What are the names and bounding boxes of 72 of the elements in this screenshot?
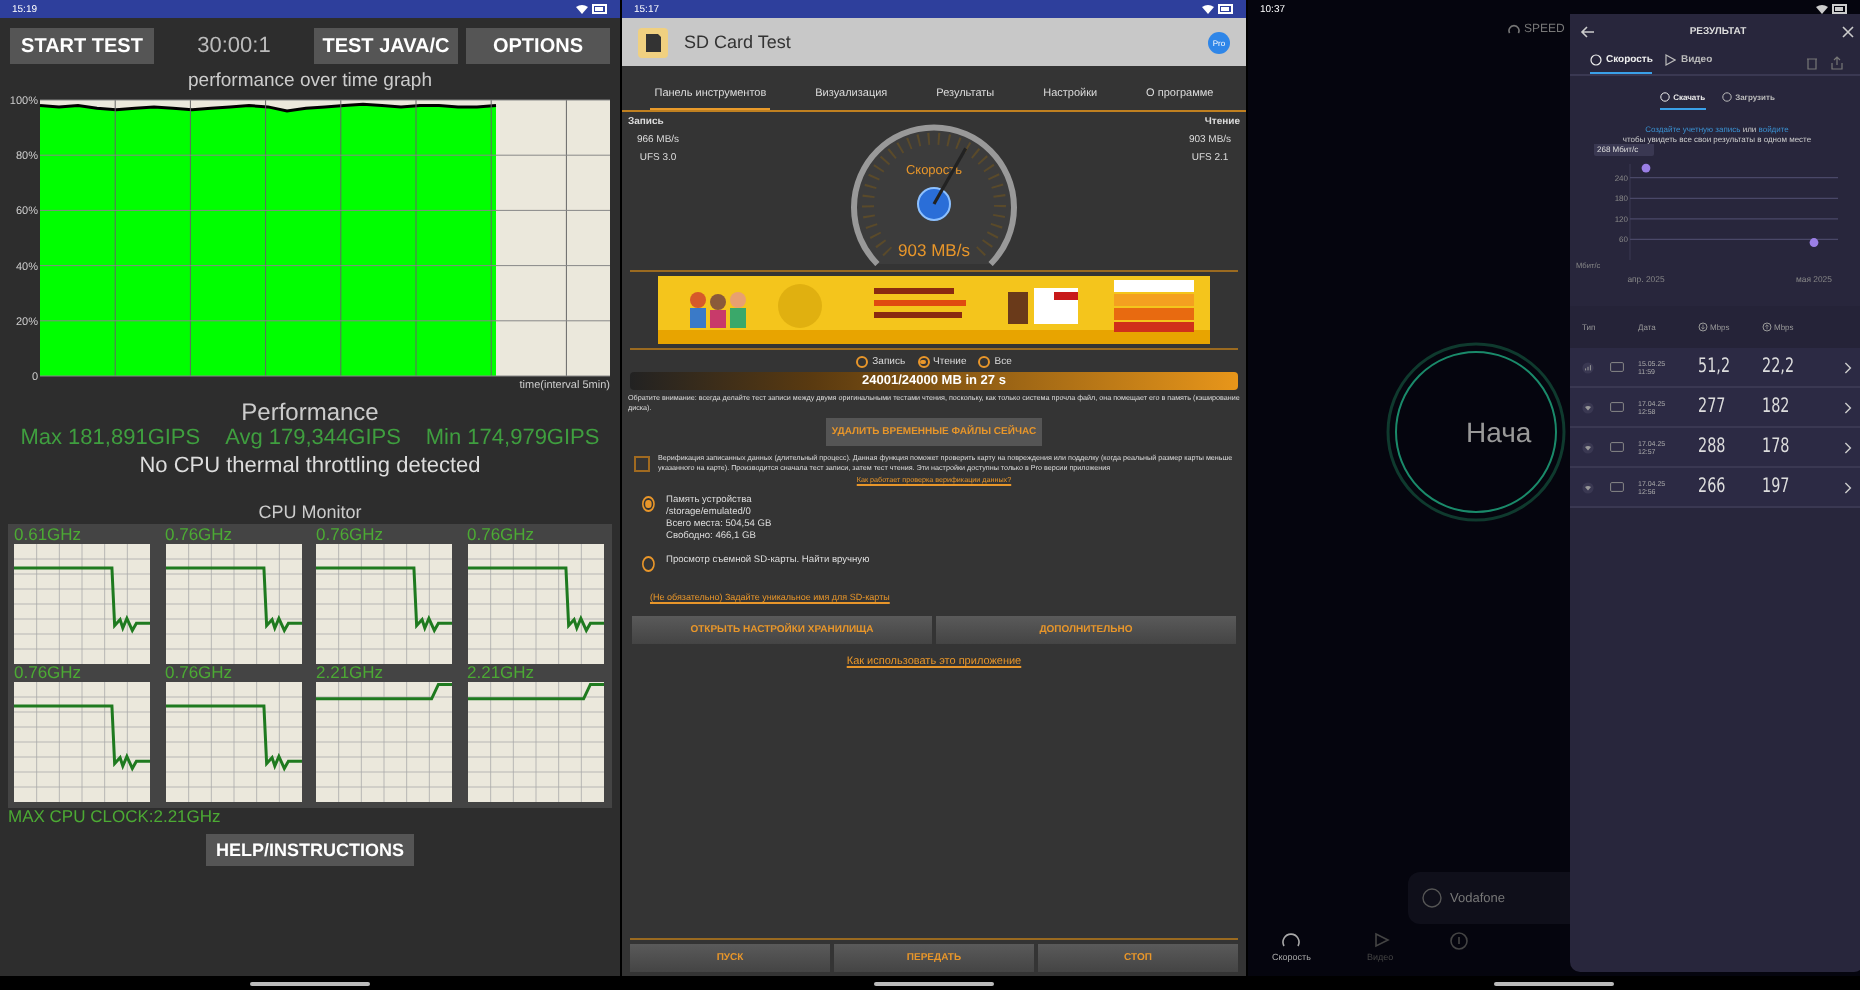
wifi-icon <box>1816 4 1828 14</box>
device-icon <box>1610 362 1624 372</box>
core-clock: 0.76GHz <box>467 526 535 544</box>
chevron-icon <box>1844 481 1852 493</box>
wifi-icon <box>1582 481 1594 493</box>
home-indicator[interactable] <box>250 981 370 985</box>
device-icon <box>1610 482 1624 492</box>
core-clock: 2.21GHz <box>467 664 535 682</box>
verify-checkbox[interactable] <box>634 455 650 471</box>
battery-icon <box>592 4 608 14</box>
performance-stat: Max 181,891GIPS <box>20 426 201 450</box>
home-indicator[interactable] <box>1494 981 1614 985</box>
core-clock: 2.21GHz <box>316 664 384 682</box>
performance-stat: Avg 179,344GIPS <box>225 426 401 450</box>
core-clock: 0.76GHz <box>165 526 233 544</box>
clock-graph <box>316 682 452 802</box>
play-icon <box>1371 932 1390 948</box>
clock-graph <box>14 682 150 802</box>
download-speed: 277 <box>1698 396 1728 418</box>
cellular-icon <box>1582 361 1594 373</box>
gauge-reading: 903 MB/s <box>898 240 970 260</box>
performance-heading: Performance <box>239 398 381 426</box>
wifi-icon <box>1582 441 1594 453</box>
timer: 30:00:1 <box>195 34 273 58</box>
upload-speed: 182 <box>1762 396 1792 418</box>
download-speed: 288 <box>1698 436 1728 458</box>
clock-graph <box>165 544 301 664</box>
home-indicator[interactable] <box>874 981 994 985</box>
help-button[interactable]: HELP/INSTRUCTIONS <box>205 834 414 866</box>
performance-stat: Min 174,979GIPS <box>425 426 600 450</box>
device-icon <box>1610 402 1624 412</box>
chart-title: performance over time graph <box>186 70 434 92</box>
app-title: SD Card Test <box>684 32 793 52</box>
toolbar-button[interactable]: START TEST <box>10 28 154 64</box>
play-icon <box>1664 54 1677 66</box>
clock-graph <box>316 544 452 664</box>
throttling-message: No CPU thermal throttling detected <box>137 454 483 478</box>
wifi-icon <box>1582 401 1594 413</box>
core-clock: 0.76GHz <box>14 664 82 682</box>
wifi-icon <box>1202 4 1214 14</box>
data-point[interactable] <box>1809 238 1819 247</box>
start-text[interactable]: Нача <box>1466 416 1532 448</box>
back-icon[interactable] <box>1580 26 1594 38</box>
data-point[interactable] <box>1641 163 1651 173</box>
start-ring[interactable] <box>1384 340 1570 524</box>
max-cpu-clock: MAX CPU CLOCK:2.21GHz <box>8 806 221 826</box>
core-clock: 0.76GHz <box>316 526 384 544</box>
device-icon <box>1610 442 1624 452</box>
trash-icon[interactable] <box>1806 55 1818 69</box>
core-clock: 0.61GHz <box>14 526 82 544</box>
chevron-icon <box>1844 401 1852 413</box>
battery-icon <box>1218 4 1234 14</box>
chevron-icon <box>1844 441 1852 453</box>
clock-graph <box>467 682 603 802</box>
close-icon[interactable] <box>1841 26 1854 38</box>
clock-graph <box>165 682 301 802</box>
share-icon[interactable] <box>1830 55 1844 69</box>
clock-graph <box>14 544 150 664</box>
upload-speed: 178 <box>1762 436 1792 458</box>
cpu-monitor-title: CPU Monitor <box>256 502 364 522</box>
core-clock: 0.76GHz <box>165 664 233 682</box>
toolbar-button[interactable]: TEST JAVA/C <box>314 28 458 64</box>
battery-icon <box>1832 4 1848 14</box>
upload-speed: 22,2 <box>1762 356 1797 378</box>
download-speed: 51,2 <box>1698 356 1733 378</box>
wifi-icon <box>576 4 588 14</box>
chevron-icon <box>1844 361 1852 373</box>
toolbar-button[interactable]: OPTIONS <box>466 28 610 64</box>
upload-speed: 197 <box>1762 476 1792 498</box>
clock-graph <box>467 544 603 664</box>
sd-card-icon <box>638 27 668 57</box>
download-speed: 266 <box>1698 476 1728 498</box>
